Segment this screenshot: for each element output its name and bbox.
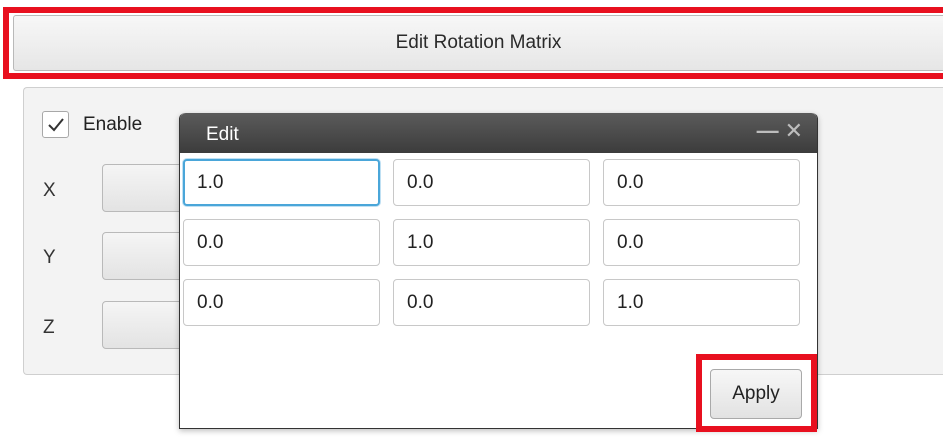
dialog-titlebar[interactable]: Edit — ✕ [180, 113, 817, 153]
close-icon[interactable]: ✕ [785, 120, 803, 142]
enable-row: Enable [42, 111, 142, 138]
matrix-cell-r2c2[interactable]: 1.0 [393, 219, 590, 266]
enable-label: Enable [83, 113, 143, 135]
axis-label-y: Y [43, 247, 56, 268]
edit-rotation-matrix-label: Edit Rotation Matrix [395, 32, 562, 53]
matrix-cell-r1c1[interactable]: 1.0 [183, 159, 380, 206]
apply-button[interactable]: Apply [710, 369, 802, 419]
matrix-cell-r3c3[interactable]: 1.0 [603, 279, 800, 326]
minimize-icon[interactable]: — [757, 120, 779, 142]
window-controls: — ✕ [757, 120, 803, 142]
enable-checkbox[interactable] [42, 111, 69, 138]
checkmark-icon [47, 117, 64, 131]
dialog-title: Edit [206, 124, 239, 145]
edit-rotation-matrix-button[interactable]: Edit Rotation Matrix [13, 15, 943, 71]
axis-label-x: X [43, 180, 56, 201]
matrix-cell-r1c2[interactable]: 0.0 [393, 159, 590, 206]
matrix-cell-r2c3[interactable]: 0.0 [603, 219, 800, 266]
matrix-cell-r3c1[interactable]: 0.0 [183, 279, 380, 326]
matrix-cell-r3c2[interactable]: 0.0 [393, 279, 590, 326]
axis-label-z: Z [43, 317, 55, 338]
matrix-cell-r1c3[interactable]: 0.0 [603, 159, 800, 206]
matrix-cell-r2c1[interactable]: 0.0 [183, 219, 380, 266]
